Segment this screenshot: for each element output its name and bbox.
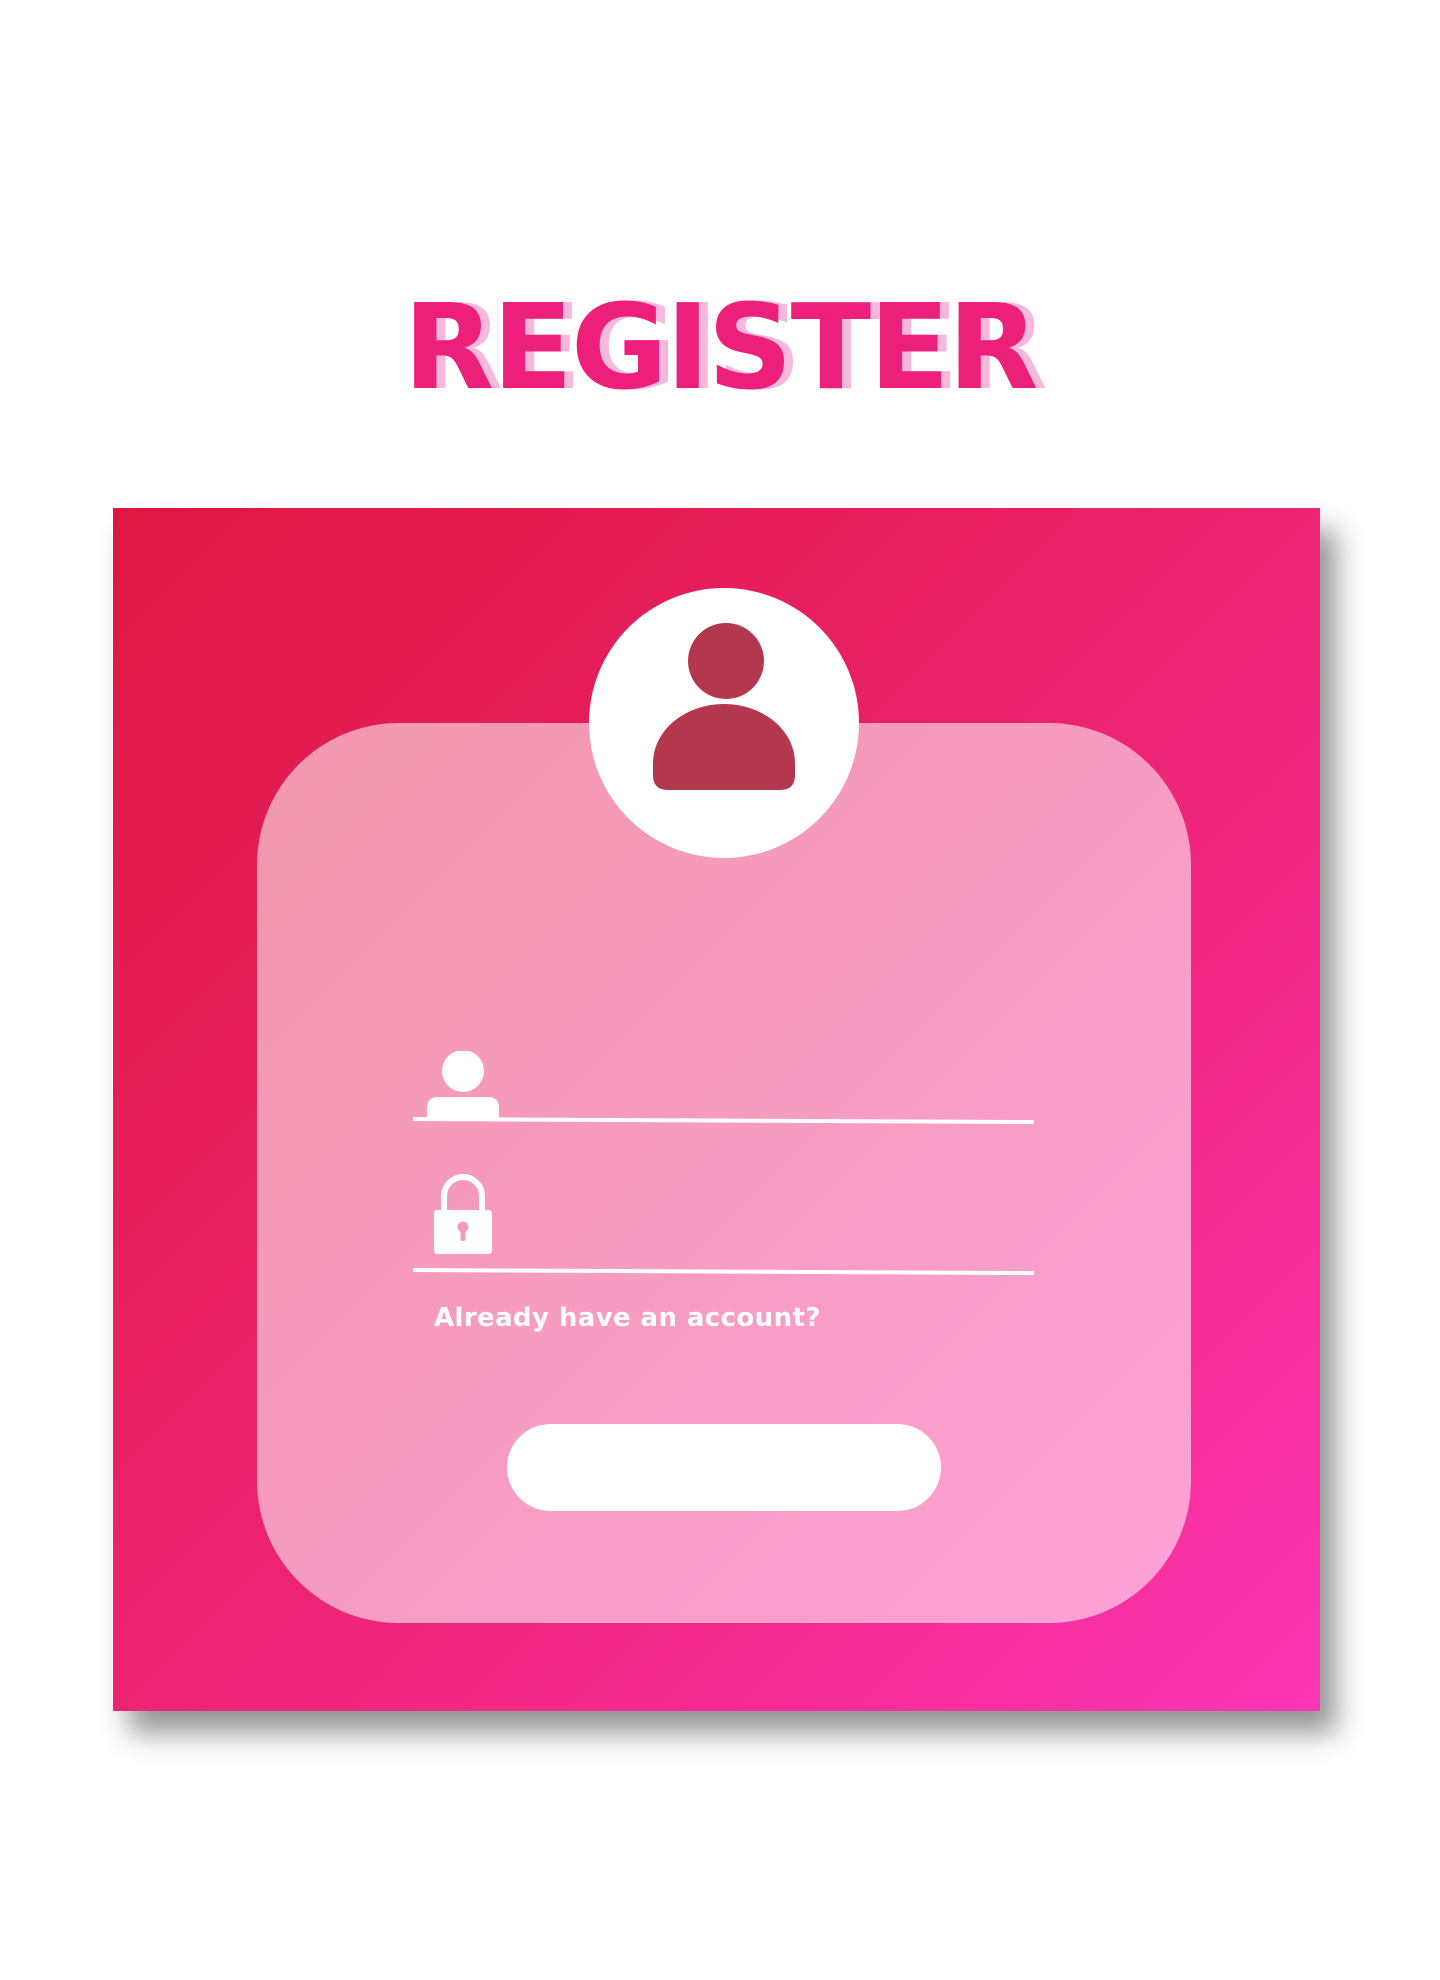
login-link[interactable]: Already have an account? <box>434 1303 821 1333</box>
username-field[interactable] <box>412 1051 1035 1125</box>
password-field[interactable] <box>412 1174 1035 1276</box>
user-avatar-icon <box>653 623 795 790</box>
page-title: REGISTER <box>403 278 1038 417</box>
username-input[interactable] <box>513 1069 1017 1115</box>
password-input[interactable] <box>513 1220 1017 1266</box>
register-button[interactable] <box>507 1424 941 1511</box>
lock-icon <box>434 1174 492 1254</box>
user-icon <box>427 1051 499 1121</box>
avatar <box>589 588 859 858</box>
